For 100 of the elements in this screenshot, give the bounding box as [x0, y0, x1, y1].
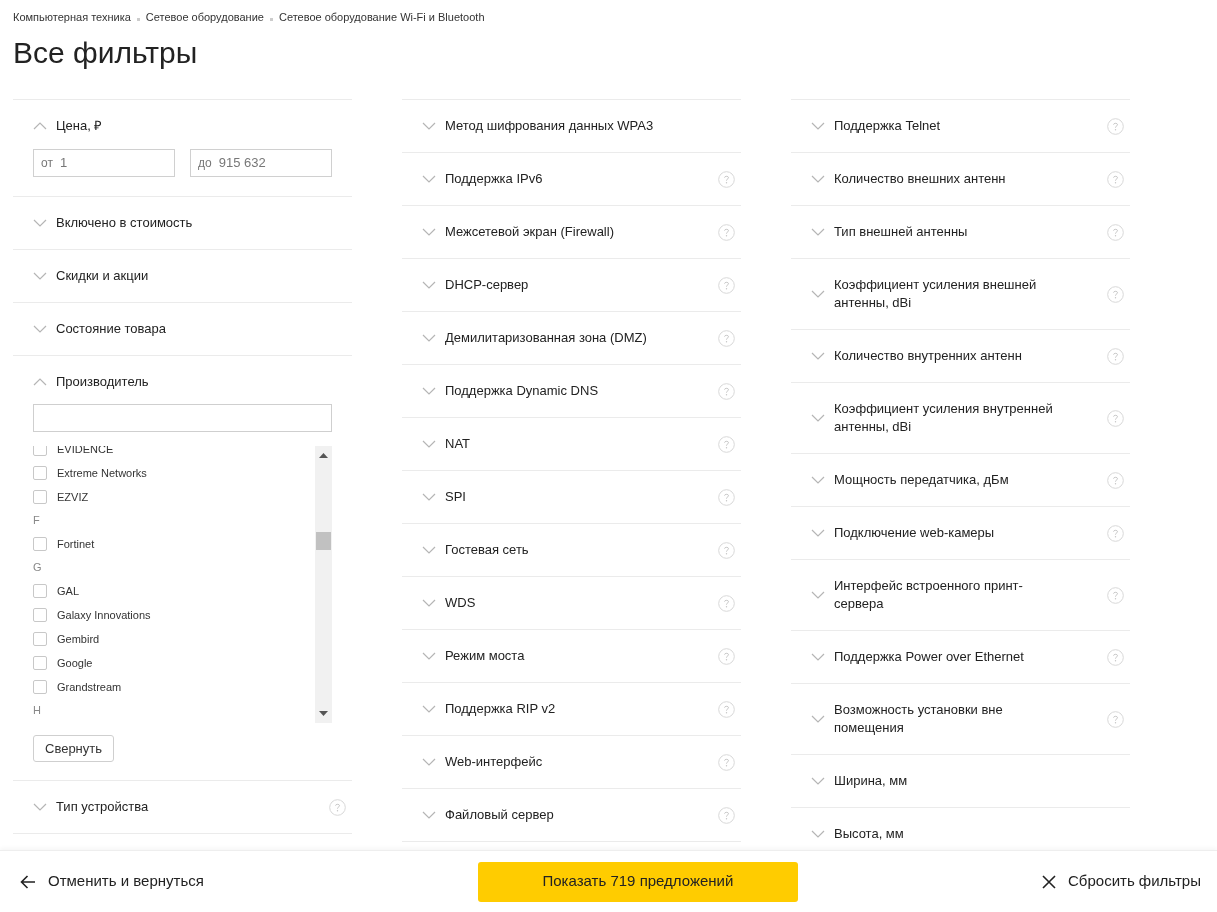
brand-label[interactable]: EVIDENCE — [57, 446, 114, 458]
field-prefix: до — [198, 155, 212, 172]
filter-title[interactable]: SPI — [445, 488, 466, 506]
show-offers-button[interactable]: Показать 719 предложений — [477, 861, 798, 902]
field-value: 1 — [59, 154, 68, 173]
filter-title[interactable]: Тип внешней антенны — [834, 223, 968, 241]
filter-title[interactable]: Гостевая сеть — [445, 541, 529, 559]
filter-title[interactable]: Межсетевой экран (Firewall) — [445, 223, 614, 241]
help-icon[interactable] — [718, 594, 735, 612]
close-icon — [1042, 874, 1057, 889]
filter-title[interactable]: Режим моста — [445, 647, 525, 665]
filter-title[interactable]: Тип устройства — [56, 798, 149, 816]
help-icon[interactable] — [1107, 409, 1124, 427]
field-prefix: от — [41, 155, 53, 172]
help-icon[interactable] — [718, 753, 735, 771]
filter-title[interactable]: Включено в стоимость — [56, 214, 193, 232]
letter-heading: F — [33, 513, 40, 529]
help-icon[interactable] — [1107, 710, 1124, 728]
checkbox[interactable] — [33, 446, 47, 456]
filter-title[interactable]: Коэффициент усиления внешней антенны, dBi — [834, 276, 1059, 312]
page-title: Все фильтры — [13, 35, 199, 71]
help-icon[interactable] — [1107, 285, 1124, 303]
back-link[interactable]: Отменить и вернуться — [20, 870, 204, 893]
collapse-button[interactable]: Свернуть — [33, 735, 114, 762]
help-icon[interactable] — [718, 700, 735, 718]
filter-title[interactable]: Цена, ₽ — [56, 117, 103, 135]
brand-label[interactable]: Fortinet — [57, 535, 95, 553]
help-icon[interactable] — [718, 806, 735, 824]
filter-title[interactable]: Демилитаризованная зона (DMZ) — [445, 329, 647, 347]
brand-label[interactable]: Google — [57, 654, 93, 672]
filter-title[interactable]: Коэффициент усиления внутренней антенны, dBi — [834, 400, 1059, 436]
letter-heading: H — [33, 703, 41, 719]
field-value: 915 632 — [218, 154, 266, 173]
help-icon[interactable] — [1107, 524, 1124, 542]
filter-title[interactable]: Состояние товара — [56, 320, 166, 338]
checkbox[interactable] — [33, 490, 47, 504]
checkbox[interactable] — [33, 466, 47, 480]
filter-title[interactable]: Подключение web-камеры — [834, 524, 995, 542]
filter-title[interactable]: Поддержка IPv6 — [445, 170, 543, 188]
filter-title[interactable]: Скидки и акции — [56, 267, 149, 285]
help-icon[interactable] — [1107, 648, 1124, 666]
brand-label[interactable]: GAL — [57, 582, 79, 600]
scroll-up-icon[interactable] — [319, 453, 328, 458]
brand-label[interactable]: Gembird — [57, 630, 100, 648]
letter-heading: G — [33, 560, 42, 576]
help-icon[interactable] — [718, 647, 735, 665]
scrollbar-thumb[interactable] — [316, 532, 331, 550]
help-icon[interactable] — [1107, 471, 1124, 489]
price-field[interactable]: от 1 — [33, 149, 175, 177]
help-icon[interactable] — [1107, 347, 1124, 365]
filter-title[interactable]: Производитель — [56, 373, 149, 391]
brand-label[interactable]: Galaxy Innovations — [57, 606, 151, 624]
help-icon[interactable] — [1107, 117, 1124, 135]
brand-label[interactable]: EZVIZ — [57, 488, 89, 506]
help-icon[interactable] — [1107, 170, 1124, 188]
filter-title[interactable]: Интерфейс встроенного принт-сервера — [834, 577, 1059, 613]
brand-label[interactable]: Grandstream — [57, 678, 122, 696]
filter-title[interactable]: NAT — [445, 435, 471, 453]
breadcrumb-link[interactable]: Сетевое оборудование Wi-Fi и Bluetooth — [278, 8, 485, 26]
help-icon[interactable] — [718, 382, 735, 400]
help-icon[interactable] — [718, 276, 735, 294]
help-icon[interactable] — [718, 223, 735, 241]
help-icon[interactable] — [718, 329, 735, 347]
filter-title[interactable]: WDS — [445, 594, 476, 612]
scroll-down-icon[interactable] — [319, 711, 328, 716]
checkbox[interactable] — [33, 537, 47, 551]
filter-title[interactable]: Поддержка RIP v2 — [445, 700, 556, 718]
search-field[interactable] — [33, 404, 332, 432]
filter-title[interactable]: Возможность установки вне помещения — [834, 701, 1059, 737]
filter-title[interactable]: Метод шифрования данных WPA3 — [445, 117, 654, 135]
breadcrumb-link[interactable]: Компьютерная техника — [13, 8, 131, 26]
filter-title[interactable]: Поддержка Telnet — [834, 117, 941, 135]
filter-title[interactable]: Количество внутренних антенн — [834, 347, 1022, 365]
filter-title[interactable]: DHCP-сервер — [445, 276, 529, 294]
help-icon[interactable] — [718, 170, 735, 188]
checkbox[interactable] — [33, 680, 47, 694]
help-icon[interactable] — [1107, 223, 1124, 241]
arrow-left-icon — [20, 874, 36, 889]
filter-title[interactable]: Высота, мм — [834, 825, 904, 843]
filter-title[interactable]: Ширина, мм — [834, 772, 908, 790]
scrollbar[interactable] — [315, 446, 332, 723]
reset-filters-link[interactable]: Сбросить фильтры — [1042, 870, 1201, 893]
filter-title[interactable]: Количество внешних антенн — [834, 170, 1006, 188]
help-icon[interactable] — [329, 798, 346, 816]
checkbox[interactable] — [33, 632, 47, 646]
checkbox[interactable] — [33, 608, 47, 622]
checkbox[interactable] — [33, 584, 47, 598]
filter-title[interactable]: Поддержка Power over Ethernet — [834, 648, 1024, 666]
help-icon[interactable] — [718, 541, 735, 559]
filter-title[interactable]: Web-интерфейс — [445, 753, 543, 771]
help-icon[interactable] — [1107, 586, 1124, 604]
filter-title[interactable]: Файловый сервер — [445, 806, 554, 824]
filter-title[interactable]: Поддержка Dynamic DNS — [445, 382, 599, 400]
filter-title[interactable]: Мощность передатчика, дБм — [834, 471, 1009, 489]
breadcrumb-link[interactable]: Сетевое оборудование — [145, 8, 264, 26]
brand-label[interactable]: Extreme Networks — [57, 464, 147, 482]
help-icon[interactable] — [718, 488, 735, 506]
checkbox[interactable] — [33, 656, 47, 670]
help-icon[interactable] — [718, 435, 735, 453]
price-field[interactable]: до 915 632 — [190, 149, 332, 177]
